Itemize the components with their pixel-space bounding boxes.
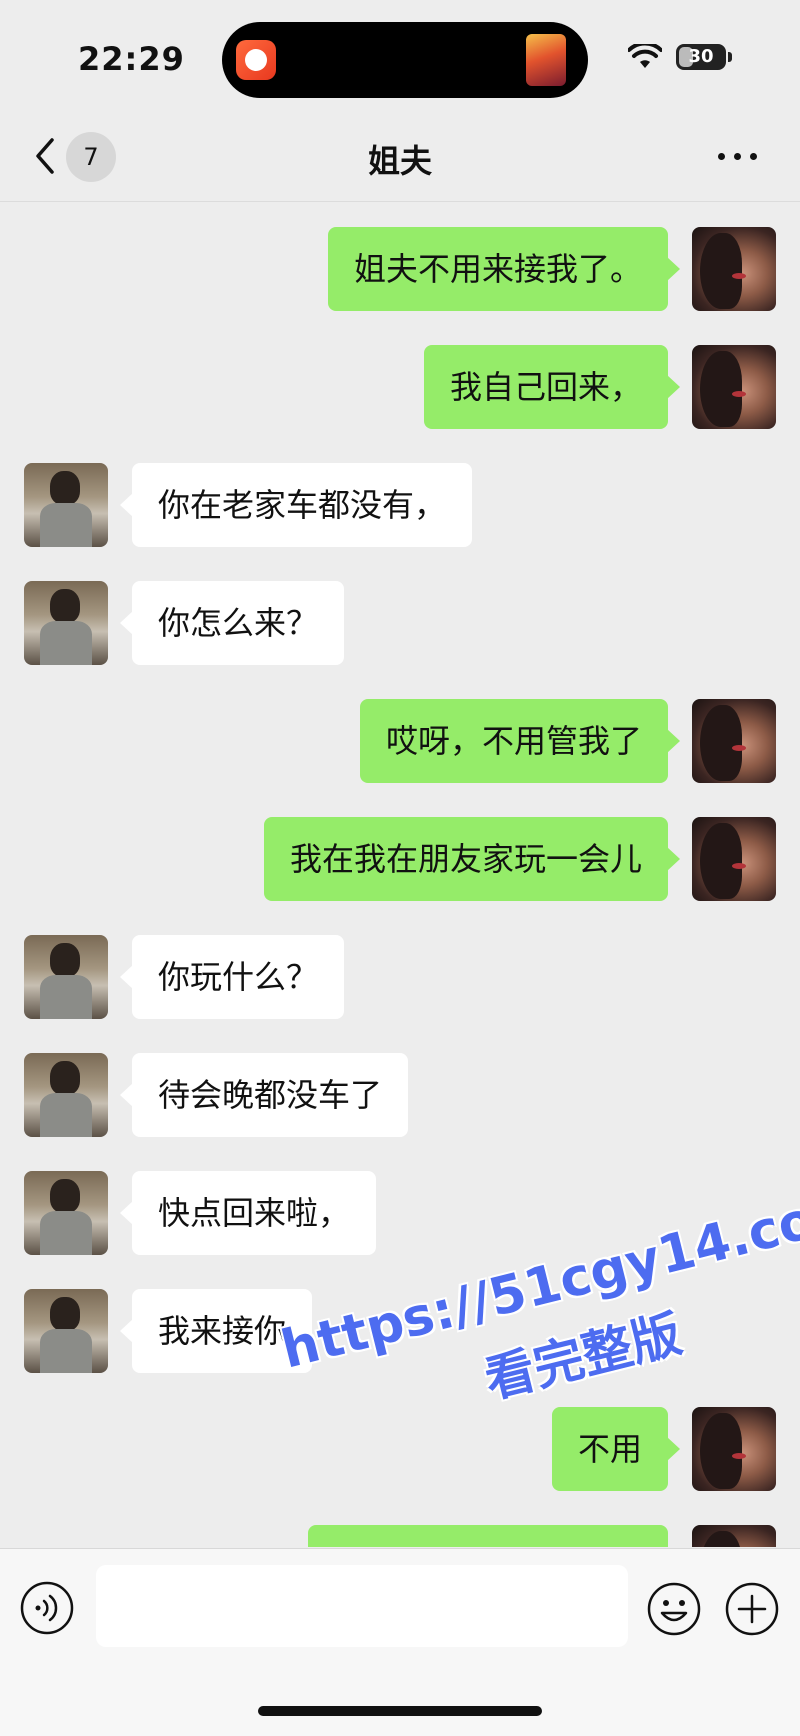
my-avatar[interactable] [692,1525,776,1547]
my-message-bubble[interactable]: 我在我在朋友家玩一会儿 [263,817,681,901]
contact-message-bubble[interactable]: 你怎么来？ [119,581,345,665]
voice-icon[interactable] [20,1581,74,1635]
my-avatar[interactable] [692,699,776,783]
status-time: 22:29 [78,40,185,78]
contact-avatar[interactable] [24,1289,108,1373]
status-bar: 22:29 30 [0,0,800,110]
contact-message-bubble[interactable]: 快点回来啦， [119,1171,377,1255]
island-app-icon [236,40,276,80]
contact-message-bubble[interactable]: 你玩什么？ [119,935,345,1019]
message-row: 你怎么来？ [0,581,800,665]
message-row: 哎呀，不用管我了 [0,699,800,783]
chat-title: 姐夫 [367,142,432,180]
my-avatar[interactable] [692,227,776,311]
wifi-icon [628,44,662,68]
contact-avatar[interactable] [24,581,108,665]
message-row: 你玩什么？ [0,935,800,1019]
contact-avatar[interactable] [24,1171,108,1255]
contact-message-bubble[interactable]: 待会晚都没车了 [119,1053,409,1137]
message-row: 待会晚都没车了 [0,1053,800,1137]
home-indicator[interactable] [258,1706,542,1716]
contact-avatar[interactable] [24,463,108,547]
my-message-bubble[interactable]: 哎呀，不用管我了 [359,699,681,783]
contact-avatar[interactable] [24,1053,108,1137]
contact-avatar[interactable] [24,935,108,1019]
battery-cap [728,52,732,62]
my-avatar[interactable] [692,1407,776,1491]
message-row: 我自己回来， [0,345,800,429]
island-media-thumbnail [526,34,566,86]
message-row [0,1525,800,1547]
emoji-icon[interactable] [646,1581,702,1637]
contact-message-bubble[interactable]: 你在老家车都没有， [119,463,473,547]
plus-icon[interactable] [724,1581,780,1637]
my-message-bubble[interactable]: 不用 [551,1407,681,1491]
message-row: 你在老家车都没有， [0,463,800,547]
message-input[interactable] [96,1565,628,1647]
chat-header: 7 姐夫 [0,110,800,202]
message-row: 姐夫不用来接我了。 [0,227,800,311]
more-dot [734,153,741,160]
my-message-bubble[interactable]: 我自己回来， [423,345,681,429]
battery-percent: 30 [688,46,714,67]
dynamic-island [222,22,588,98]
my-avatar[interactable] [692,345,776,429]
more-dot [718,153,725,160]
message-row: 我在我在朋友家玩一会儿 [0,817,800,901]
more-icon[interactable] [716,150,760,162]
more-dot [750,153,757,160]
my-message-bubble[interactable]: 姐夫不用来接我了。 [327,227,681,311]
my-avatar[interactable] [692,817,776,901]
my-message-bubble[interactable] [308,1525,668,1547]
battery-indicator: 30 [676,44,726,70]
